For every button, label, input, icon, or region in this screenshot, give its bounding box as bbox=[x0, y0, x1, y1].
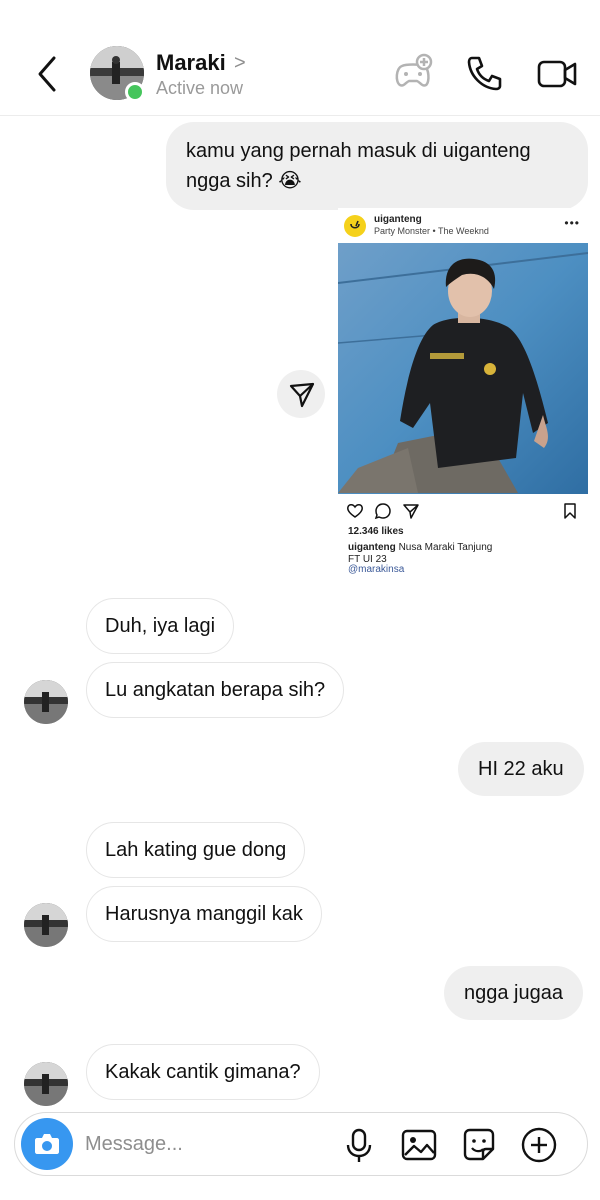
message-input[interactable] bbox=[85, 1127, 325, 1161]
sticker-icon[interactable] bbox=[459, 1125, 499, 1165]
post-mention-link[interactable]: @marakinsa bbox=[348, 564, 404, 575]
sender-avatar[interactable] bbox=[24, 1062, 68, 1106]
message-text: Lah kating gue dong bbox=[105, 839, 287, 861]
phone-icon[interactable] bbox=[464, 52, 506, 94]
camera-icon[interactable] bbox=[21, 1118, 73, 1170]
message-text: Duh, iya lagi bbox=[105, 615, 216, 637]
message-outgoing[interactable]: kamu yang pernah masuk di uiganteng ngga… bbox=[166, 122, 588, 210]
message-outgoing[interactable]: HI 22 aku bbox=[458, 742, 584, 796]
more-options-icon[interactable]: ••• bbox=[564, 216, 580, 230]
chevron-right-icon[interactable]: > bbox=[234, 52, 246, 75]
game-controller-icon[interactable] bbox=[392, 52, 434, 94]
bookmark-icon[interactable] bbox=[562, 502, 578, 520]
contact-status: Active now bbox=[156, 78, 244, 98]
message-incoming[interactable]: Duh, iya lagi bbox=[86, 598, 235, 654]
message-text: kamu yang pernah masuk di uiganteng ngga… bbox=[186, 140, 531, 192]
sender-avatar[interactable] bbox=[24, 680, 68, 724]
caption-username[interactable]: uiganteng bbox=[348, 542, 396, 553]
caption-text: Nusa Maraki Tanjung bbox=[398, 542, 493, 553]
post-likes[interactable]: 12.346 likes bbox=[348, 526, 404, 537]
back-arrow-icon[interactable] bbox=[30, 52, 66, 96]
contact-name[interactable]: Maraki bbox=[156, 50, 226, 76]
sender-avatar[interactable] bbox=[24, 903, 68, 947]
message-outgoing[interactable]: ngga jugaa bbox=[444, 966, 583, 1020]
message-text: ngga jugaa bbox=[464, 982, 563, 1004]
message-incoming[interactable]: Lah kating gue dong bbox=[86, 822, 306, 878]
post-author-avatar[interactable] bbox=[344, 215, 366, 237]
post-song[interactable]: Party Monster • The Weeknd bbox=[374, 226, 489, 236]
video-camera-icon[interactable] bbox=[536, 52, 578, 94]
message-composer bbox=[14, 1112, 588, 1176]
share-button[interactable] bbox=[277, 370, 325, 418]
post-caption: uiganteng Nusa Maraki Tanjung FT UI 23 bbox=[348, 542, 578, 566]
post-actions bbox=[346, 502, 582, 520]
shared-post[interactable]: uiganteng Party Monster • The Weeknd ••• bbox=[338, 208, 588, 582]
send-icon[interactable] bbox=[402, 502, 420, 520]
message-text: Harusnya manggil kak bbox=[105, 903, 303, 925]
message-incoming[interactable]: Lu angkatan berapa sih? bbox=[86, 662, 345, 718]
post-username[interactable]: uiganteng bbox=[374, 214, 422, 225]
message-incoming[interactable]: Harusnya manggil kak bbox=[86, 886, 322, 942]
online-indicator bbox=[125, 82, 145, 102]
chat-header: Maraki > Active now bbox=[0, 0, 600, 116]
message-text: Lu angkatan berapa sih? bbox=[105, 679, 326, 701]
gallery-icon[interactable] bbox=[399, 1125, 439, 1165]
heart-icon[interactable] bbox=[346, 502, 364, 520]
post-photo[interactable] bbox=[338, 243, 588, 494]
message-incoming[interactable]: Kakak cantik gimana? bbox=[86, 1044, 320, 1100]
message-text: Kakak cantik gimana? bbox=[105, 1061, 301, 1083]
comment-icon[interactable] bbox=[374, 502, 392, 520]
plus-circle-icon[interactable] bbox=[519, 1125, 559, 1165]
microphone-icon[interactable] bbox=[339, 1125, 379, 1165]
message-text: HI 22 aku bbox=[478, 758, 564, 780]
